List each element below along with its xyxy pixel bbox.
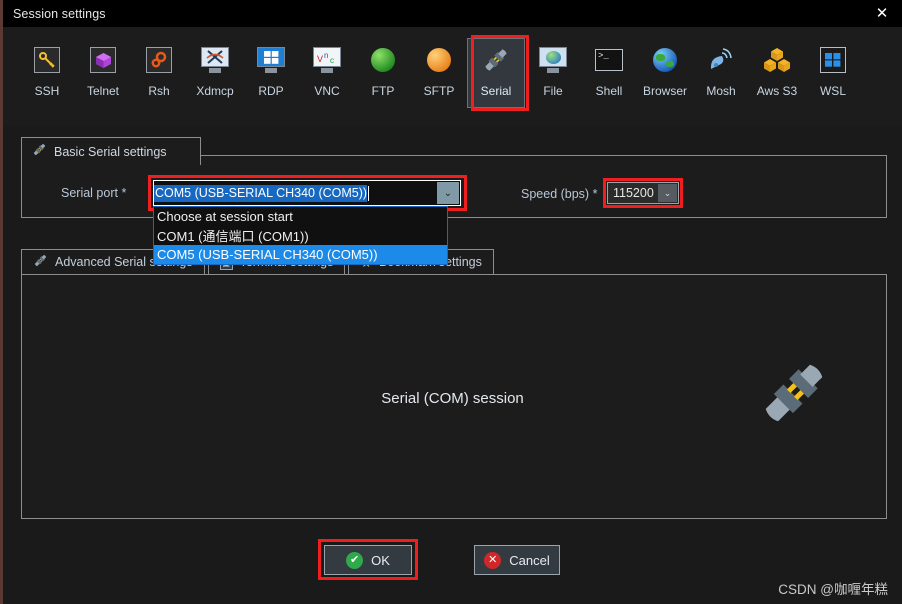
- serial-plug-icon: [481, 45, 511, 75]
- toolbar-label: WSL: [819, 84, 846, 98]
- title-bar: Session settings ✕: [3, 0, 902, 27]
- dropdown-option[interactable]: COM1 (通信端口 (COM1)): [154, 226, 447, 245]
- toolbar-item-serial[interactable]: Serial: [467, 38, 525, 108]
- ok-label: OK: [371, 552, 390, 568]
- serial-port-input[interactable]: COM5 (USB-SERIAL CH340 (COM5)) ⌄: [153, 180, 461, 206]
- toolbar-item-rsh[interactable]: Rsh: [131, 38, 187, 98]
- toolbar-item-ftp[interactable]: FTP: [355, 38, 411, 98]
- toolbar-label: FTP: [371, 84, 395, 98]
- watermark-text: CSDN @咖喱年糕: [778, 582, 888, 597]
- x-monitor-icon: [200, 45, 230, 75]
- toolbar-label: Aws S3: [756, 84, 798, 98]
- windows-monitor-icon: [256, 45, 286, 75]
- toolbar-label: Telnet: [86, 84, 120, 98]
- cancel-button[interactable]: ✕ Cancel: [474, 545, 560, 575]
- toolbar-label: SFTP: [423, 84, 455, 98]
- vnc-monitor-icon: Vnc: [312, 45, 342, 75]
- serial-plug-icon: [32, 142, 47, 162]
- gears-icon: [144, 45, 174, 75]
- toolbar-item-rdp[interactable]: RDP: [243, 38, 299, 98]
- toolbar-item-ssh[interactable]: SSH: [19, 38, 75, 98]
- toolbar-label: RDP: [258, 84, 284, 98]
- speed-value: 115200: [613, 186, 654, 200]
- toolbar-label: Shell: [595, 84, 623, 98]
- chevron-down-icon[interactable]: ⌄: [658, 184, 677, 202]
- serial-plug-icon: [33, 253, 48, 271]
- cancel-label: Cancel: [509, 552, 550, 568]
- tab-label: Basic Serial settings: [54, 144, 167, 159]
- cube-icon: [88, 45, 118, 75]
- protocol-toolbar: SSH Telnet Rsh Xdmcp RDP V n c VNC FTP S…: [3, 27, 902, 126]
- toolbar-label: VNC: [314, 84, 340, 98]
- toolbar-label: Mosh: [706, 84, 736, 98]
- toolbar-item-wsl[interactable]: WSL: [805, 38, 861, 98]
- toolbar-item-shell[interactable]: >_ Shell: [581, 38, 637, 98]
- toolbar-item-vnc[interactable]: Vnc VNC: [299, 38, 355, 98]
- orange-globe-icon: [424, 45, 454, 75]
- dropdown-option[interactable]: Choose at session start: [154, 207, 447, 226]
- svg-text:c: c: [330, 56, 334, 65]
- serial-port-label: Serial port *: [61, 186, 127, 200]
- windows-icon: [818, 45, 848, 75]
- key-icon: [32, 45, 62, 75]
- toolbar-label: Rsh: [148, 84, 170, 98]
- toolbar-item-telnet[interactable]: Telnet: [75, 38, 131, 98]
- terminal-icon: >_: [594, 45, 624, 75]
- toolbar-item-aws-s3[interactable]: Aws S3: [749, 38, 805, 98]
- blue-globe-icon: [650, 45, 680, 75]
- file-monitor-icon: [538, 45, 568, 75]
- toolbar-label: Xdmcp: [196, 84, 234, 98]
- dropdown-option-selected[interactable]: COM5 (USB-SERIAL CH340 (COM5)): [154, 245, 447, 264]
- chevron-down-icon[interactable]: ⌄: [437, 182, 459, 204]
- toolbar-label: Serial: [480, 84, 512, 98]
- toolbar-item-mosh[interactable]: Mosh: [693, 38, 749, 98]
- close-circle-icon: ✕: [484, 551, 502, 569]
- serial-port-dropdown[interactable]: Choose at session start COM1 (通信端口 (COM1…: [153, 206, 448, 265]
- toolbar-label: Browser: [642, 84, 687, 98]
- aws-cubes-icon: [762, 45, 792, 75]
- serial-plug-large-icon: [759, 358, 829, 433]
- toolbar-item-browser[interactable]: Browser: [637, 38, 693, 98]
- svg-text:V: V: [317, 54, 323, 64]
- toolbar-item-file[interactable]: File: [525, 38, 581, 98]
- toolbar-label: File: [543, 84, 563, 98]
- check-icon: ✔: [346, 551, 364, 569]
- session-type-text: Serial (COM) session: [381, 390, 524, 407]
- speed-label: Speed (bps) *: [521, 187, 598, 201]
- text-caret: [368, 185, 370, 201]
- satellite-dish-icon: [706, 45, 736, 75]
- close-icon[interactable]: ✕: [859, 0, 902, 27]
- toolbar-label: SSH: [34, 84, 60, 98]
- window-title: Session settings: [13, 6, 106, 21]
- serial-port-value: COM5 (USB-SERIAL CH340 (COM5)): [154, 184, 368, 202]
- toolbar-item-sftp[interactable]: SFTP: [411, 38, 467, 98]
- green-globe-icon: [368, 45, 398, 75]
- ok-button[interactable]: ✔ OK: [324, 545, 412, 575]
- speed-input[interactable]: 115200 ⌄: [607, 182, 679, 204]
- tab-basic-serial-settings[interactable]: Basic Serial settings: [21, 137, 201, 165]
- svg-text:n: n: [324, 51, 328, 60]
- session-settings-dialog: Session settings ✕ SSH Telnet Rsh Xdmcp …: [0, 0, 902, 604]
- toolbar-item-xdmcp[interactable]: Xdmcp: [187, 38, 243, 98]
